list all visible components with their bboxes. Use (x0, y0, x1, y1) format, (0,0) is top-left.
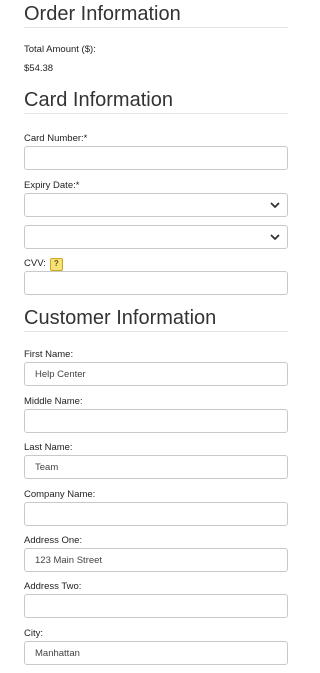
chevron-down-icon (270, 234, 280, 240)
help-icon[interactable]: ? (49, 257, 63, 271)
expiry-month-select[interactable] (24, 193, 288, 217)
total-amount-value: $54.38 (24, 63, 54, 74)
first-name-input[interactable]: Help Center (24, 362, 288, 386)
card-number-label: Card Number:* (24, 133, 88, 144)
order-section-title: Order Information (24, 3, 181, 25)
address-two-input[interactable] (24, 594, 288, 618)
cvv-input[interactable] (24, 271, 288, 295)
middle-name-input[interactable] (24, 409, 288, 433)
customer-section-title: Customer Information (24, 307, 217, 329)
card-section-divider (24, 113, 288, 114)
address-one-label: Address One: (24, 535, 83, 546)
order-section-divider (24, 27, 288, 28)
cvv-label: CVV: (24, 258, 46, 269)
total-amount-label: Total Amount ($): (24, 44, 96, 55)
first-name-label: First Name: (24, 349, 74, 360)
last-name-input[interactable]: Team (24, 455, 288, 479)
cvv-label-row: CVV: ? (24, 257, 63, 271)
city-input[interactable]: Manhattan (24, 641, 288, 665)
address-two-label: Address Two: (24, 581, 82, 592)
chevron-down-icon (270, 202, 280, 208)
expiry-date-label: Expiry Date:* (24, 180, 80, 191)
card-section-title: Card Information (24, 89, 173, 111)
company-name-label: Company Name: (24, 489, 96, 500)
card-number-input[interactable] (24, 146, 288, 170)
last-name-label: Last Name: (24, 442, 73, 453)
customer-section-divider (24, 331, 288, 332)
expiry-year-select[interactable] (24, 225, 288, 249)
city-label: City: (24, 628, 43, 639)
middle-name-label: Middle Name: (24, 396, 83, 407)
company-name-input[interactable] (24, 502, 288, 526)
address-one-input[interactable]: 123 Main Street (24, 548, 288, 572)
